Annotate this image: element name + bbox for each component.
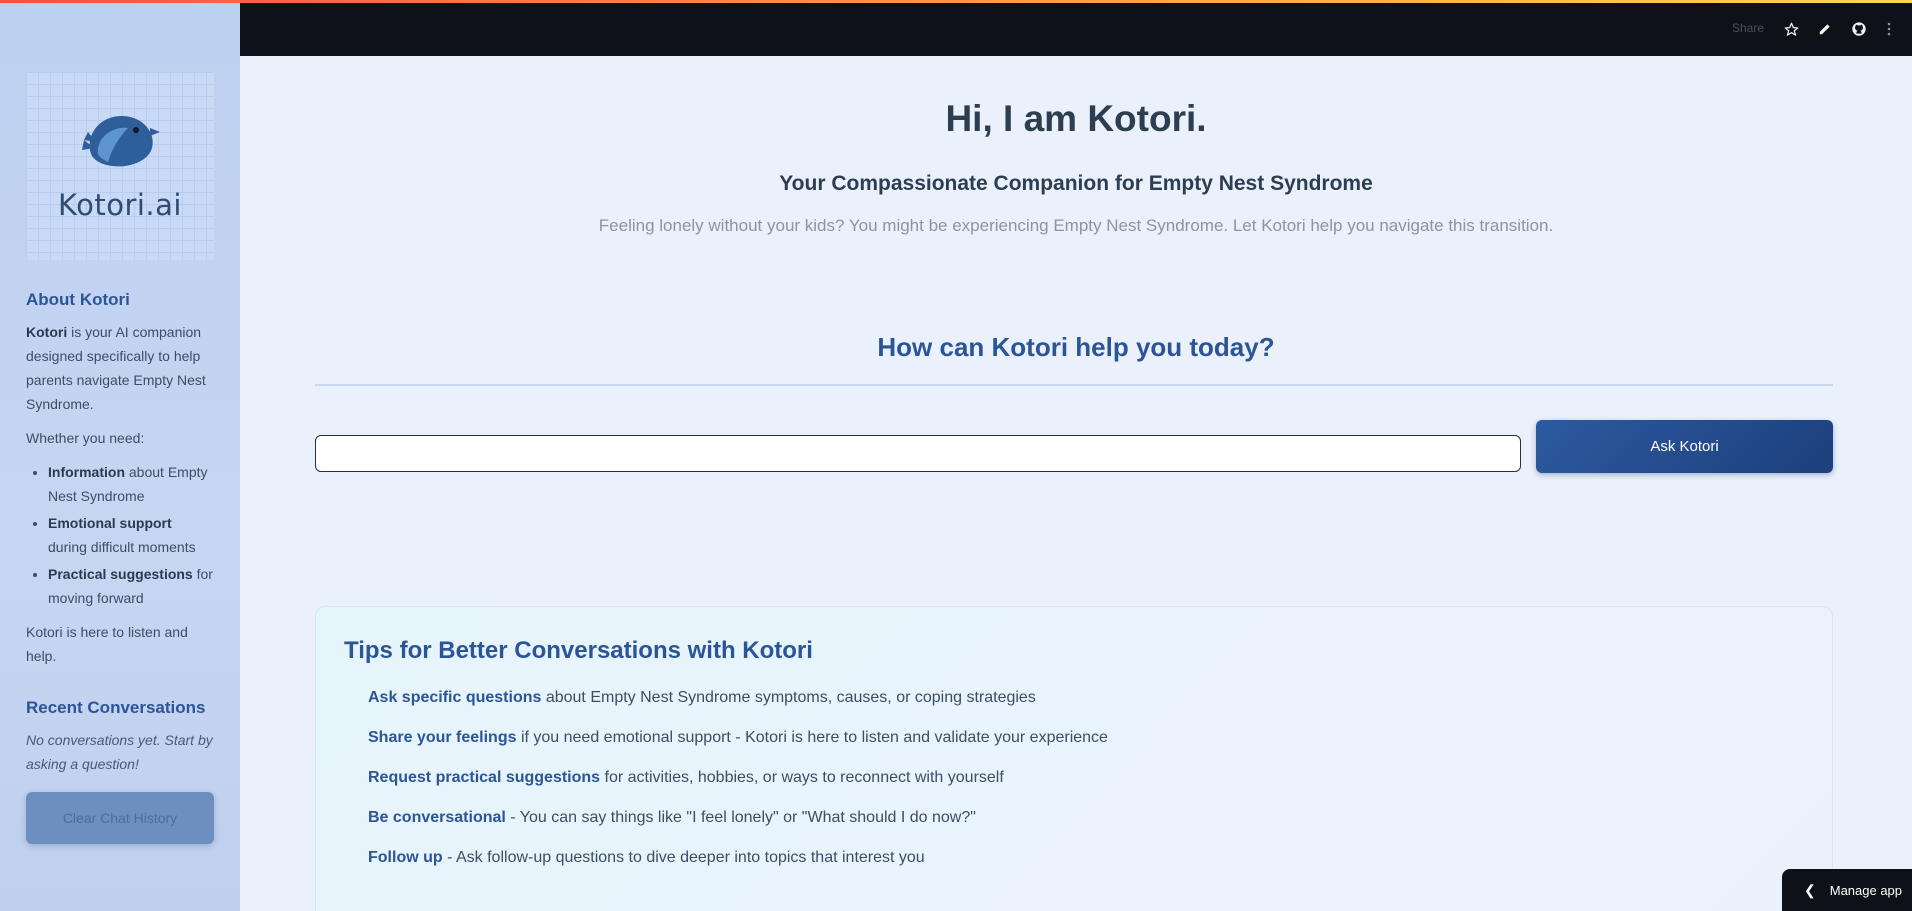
list-item-bold: Emotional support (48, 515, 172, 531)
tip-text: - Ask follow-up questions to dive deeper… (442, 849, 925, 866)
clear-chat-history-button[interactable]: Clear Chat History (26, 792, 214, 844)
divider (315, 384, 1833, 386)
recent-heading: Recent Conversations (26, 698, 206, 717)
sidebar: Kotori.ai About Kotori Kotori is your AI… (0, 0, 240, 911)
chevron-left-icon: ❮ (1804, 881, 1816, 898)
tip-text: - You can say things like "I feel lonely… (505, 809, 976, 826)
question-input[interactable] (315, 435, 1521, 472)
ask-kotori-button[interactable]: Ask Kotori (1536, 420, 1833, 473)
help-heading: How can Kotori help you today? (877, 332, 1275, 362)
tip-key: Ask specific questions (368, 689, 542, 706)
whether-text: Whether you need: (26, 430, 145, 446)
manage-app-label: Manage app (1829, 882, 1903, 898)
manage-app-button[interactable]: ❮ Manage app (1782, 869, 1912, 911)
tips-card: Tips for Better Conversations with Kotor… (315, 606, 1833, 911)
features-list: Information about Empty Nest Syndrome Em… (26, 460, 214, 610)
main-content: Hi, I am Kotori. Your Compassionate Comp… (240, 56, 1912, 911)
tip-text: if you need emotional support - Kotori i… (516, 729, 1108, 746)
bird-icon (82, 116, 160, 167)
recent-empty-text: No conversations yet. Start by asking a … (26, 732, 213, 772)
logo-text: Kotori.ai (58, 188, 182, 222)
edit-pencil-icon[interactable] (1814, 18, 1836, 40)
tip-key: Request practical suggestions (368, 769, 601, 786)
page-title: Hi, I am Kotori. (945, 98, 1207, 139)
tip-item: Request practical suggestions for activi… (368, 769, 1804, 791)
about-name: Kotori (26, 324, 68, 340)
tip-item: Be conversational - You can say things l… (368, 809, 1804, 831)
star-icon[interactable] (1780, 18, 1802, 40)
tip-key: Share your feelings (368, 729, 517, 746)
list-item: Practical suggestions for moving forward (48, 562, 214, 610)
tip-item: Follow up - Ask follow-up questions to d… (368, 849, 1804, 871)
top-loading-stripe (0, 0, 1912, 3)
kotori-logo: Kotori.ai (26, 72, 214, 260)
list-item-text: during difficult moments (48, 539, 196, 555)
github-icon[interactable] (1848, 18, 1870, 40)
about-heading: About Kotori (26, 290, 130, 309)
tip-key: Be conversational (368, 809, 506, 826)
page-subtitle: Your Compassionate Companion for Empty N… (779, 172, 1373, 195)
tip-text: about Empty Nest Syndrome symptoms, caus… (541, 689, 1036, 706)
about-paragraph: Kotori is your AI companion designed spe… (26, 320, 214, 416)
more-vertical-icon[interactable] (1878, 18, 1900, 40)
list-item: Emotional support during difficult momen… (48, 511, 214, 559)
tip-item: Ask specific questions about Empty Nest … (368, 689, 1804, 711)
list-item: Information about Empty Nest Syndrome (48, 460, 214, 508)
tip-item: Share your feelings if you need emotiona… (368, 729, 1804, 751)
tips-list: Ask specific questions about Empty Nest … (344, 689, 1804, 871)
share-button[interactable]: Share (1732, 21, 1764, 35)
tip-text: for activities, hobbies, or ways to reco… (600, 769, 1004, 786)
tip-key: Follow up (368, 849, 443, 866)
list-item-bold: Information (48, 464, 125, 480)
tagline: Feeling lonely without your kids? You mi… (598, 216, 1554, 235)
closing-text: Kotori is here to listen and help. (26, 624, 188, 664)
tips-heading: Tips for Better Conversations with Kotor… (344, 637, 813, 664)
list-item-bold: Practical suggestions (48, 566, 193, 582)
app-header: Share (240, 3, 1912, 56)
